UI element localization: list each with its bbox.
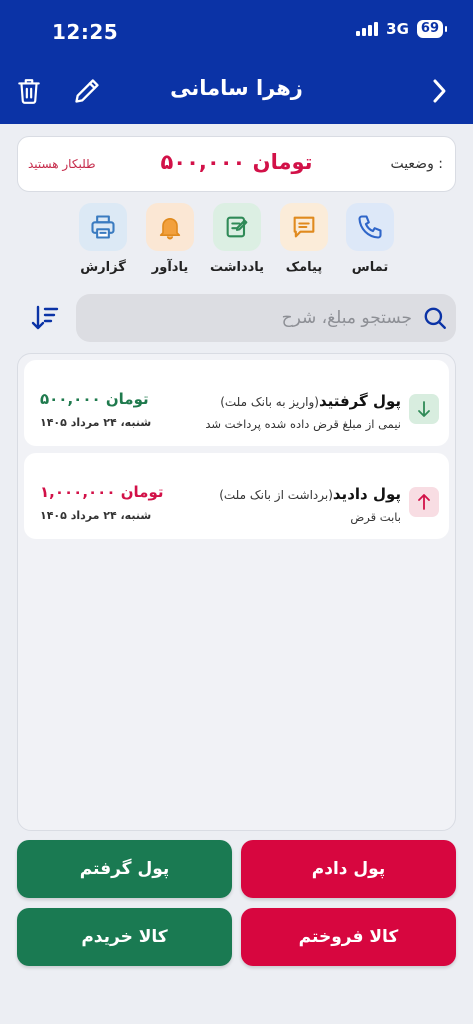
note-icon	[213, 203, 261, 251]
phone-icon	[346, 203, 394, 251]
app-header: 12:25 3G 69 زهرا سامانی	[0, 0, 473, 124]
network-type: 3G	[386, 20, 409, 38]
sold-goods-button[interactable]: کالا فروختم	[241, 908, 456, 966]
transaction-amount: ۱,۰۰۰,۰۰۰ تومان	[40, 483, 164, 501]
signal-icon	[356, 22, 379, 36]
arrow-up-icon	[409, 487, 439, 517]
transaction-title: پول گرفتید(واریز به بانک ملت)	[220, 392, 401, 410]
sort-button[interactable]	[28, 302, 62, 334]
search-icon	[424, 307, 446, 329]
sort-icon	[31, 305, 59, 330]
back-button[interactable]	[424, 76, 454, 106]
transaction-item[interactable]: پول دادید(برداشت از بانک ملت) بابت قرض ۱…	[24, 453, 449, 539]
sms-action[interactable]: پیامک	[280, 203, 328, 275]
status-note: طلبکار هستید	[28, 157, 96, 171]
action-label: یادداشت	[209, 260, 265, 275]
status-bar-indicators: 3G 69	[356, 20, 448, 38]
transaction-amount: ۵۰۰,۰۰۰ تومان	[40, 390, 149, 408]
action-label: پیامک	[285, 260, 323, 275]
battery-icon: 69	[416, 20, 448, 38]
printer-icon	[79, 203, 127, 251]
transaction-title: پول دادید(برداشت از بانک ملت)	[219, 485, 401, 503]
gave-money-button[interactable]: پول دادم	[241, 840, 456, 898]
action-label: تماس	[351, 260, 389, 275]
search-input[interactable]	[90, 304, 412, 332]
balance-status-card: وضعیت : ۵۰۰,۰۰۰ تومان طلبکار هستید	[17, 136, 456, 192]
transaction-item[interactable]: پول گرفتید(واریز به بانک ملت) نیمی از مب…	[24, 360, 449, 446]
reminder-action[interactable]: یادآور	[146, 203, 194, 275]
note-action[interactable]: یادداشت	[210, 203, 264, 275]
transaction-description: بابت قرض	[350, 510, 401, 524]
transaction-date: شنبه، ۲۴ مرداد ۱۴۰۵	[40, 416, 152, 429]
transaction-list: پول گرفتید(واریز به بانک ملت) نیمی از مب…	[17, 353, 456, 831]
chevron-right-icon	[433, 79, 446, 103]
transaction-date: شنبه، ۲۴ مرداد ۱۴۰۵	[40, 509, 152, 522]
got-money-button[interactable]: پول گرفتم	[17, 840, 232, 898]
page-title: زهرا سامانی	[170, 76, 303, 100]
bought-goods-button[interactable]: کالا خریدم	[17, 908, 232, 966]
report-action[interactable]: گزارش	[79, 203, 127, 275]
call-action[interactable]: تماس	[346, 203, 394, 275]
transaction-description: نیمی از مبلغ قرض داده شده پرداخت شد	[205, 417, 401, 431]
arrow-down-icon	[409, 394, 439, 424]
bell-icon	[146, 203, 194, 251]
message-icon	[280, 203, 328, 251]
status-bar-time: 12:25	[52, 20, 119, 44]
action-label: یادآور	[151, 260, 189, 275]
search-box	[76, 294, 456, 342]
action-label: گزارش	[80, 260, 126, 275]
